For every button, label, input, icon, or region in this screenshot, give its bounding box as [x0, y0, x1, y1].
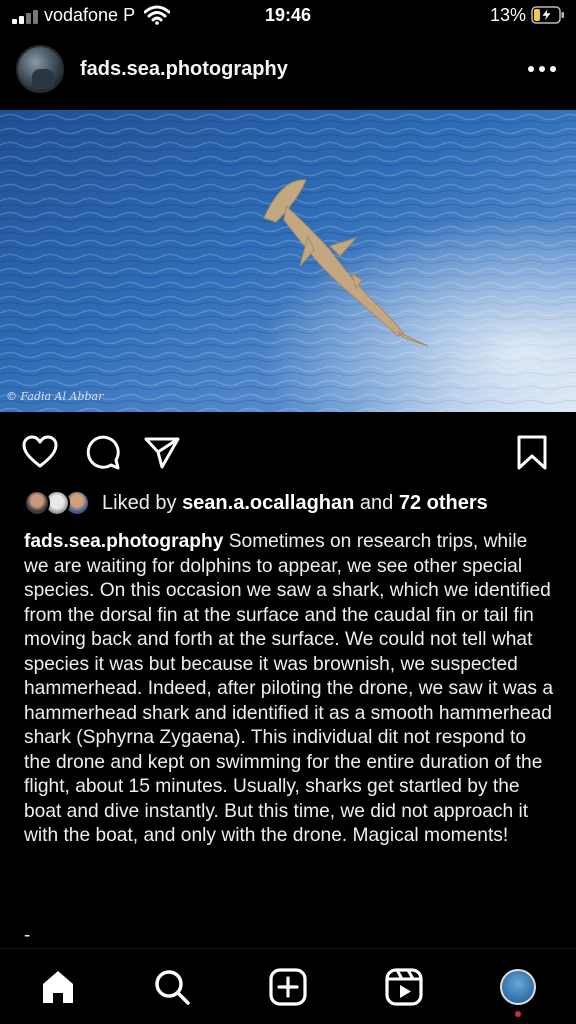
caption-text: Sometimes on research trips, while we ar… [24, 531, 554, 846]
profile-avatar[interactable] [500, 969, 536, 1005]
comment-icon[interactable] [82, 432, 122, 472]
post-photo[interactable]: © Fadia Al Abbar [0, 110, 576, 412]
liker-avatar [24, 490, 50, 516]
post-header: fads.sea.photography [0, 40, 576, 100]
post-username[interactable]: fads.sea.photography [80, 58, 288, 81]
reels-icon[interactable] [384, 967, 424, 1007]
more-icon[interactable] [526, 64, 558, 74]
caption-author[interactable]: fads.sea.photography [24, 531, 223, 552]
post-caption: fads.sea.photography Sometimes on resear… [24, 530, 554, 849]
likes-text[interactable]: Liked by sean.a.ocallaghan and 72 others [102, 492, 488, 515]
post-actions [0, 428, 576, 476]
bottom-nav [0, 948, 576, 1024]
home-icon[interactable] [38, 967, 78, 1007]
likes-middle: and [354, 492, 399, 514]
liker-username[interactable]: sean.a.ocallaghan [182, 492, 354, 514]
search-icon[interactable] [152, 967, 192, 1007]
battery-percentage: 13% [490, 5, 527, 25]
author-avatar[interactable] [16, 45, 64, 93]
share-icon[interactable] [142, 432, 182, 472]
caption-trailing: - [24, 925, 31, 946]
hammerhead-shark-image [0, 110, 576, 412]
create-icon[interactable] [268, 967, 308, 1007]
status-bar: vodafone P 19:46 13% [0, 0, 576, 32]
likes-prefix: Liked by [102, 492, 183, 514]
likes-others-count[interactable]: 72 others [399, 492, 488, 514]
notification-dot [515, 1011, 521, 1017]
battery-charging-icon [531, 6, 564, 24]
heart-icon[interactable] [20, 432, 60, 472]
photo-watermark: © Fadia Al Abbar [6, 390, 104, 403]
likes-row[interactable]: Liked by sean.a.ocallaghan and 72 others [24, 488, 564, 518]
bookmark-icon[interactable] [512, 432, 552, 472]
